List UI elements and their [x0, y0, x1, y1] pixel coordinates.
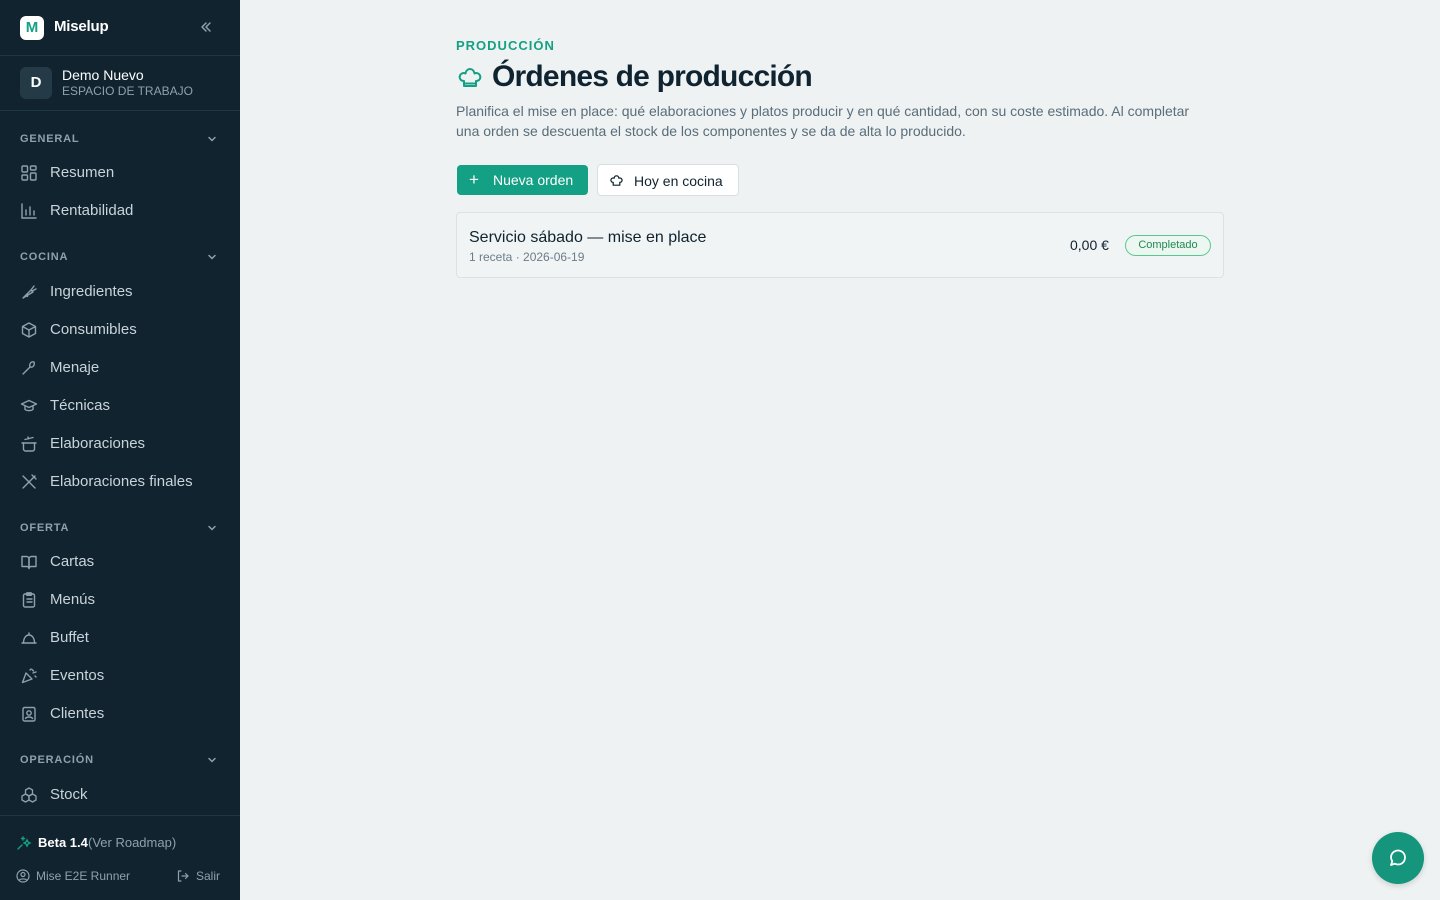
- collapse-sidebar-icon[interactable]: [198, 19, 214, 35]
- sidebar-item-tecnicas[interactable]: Técnicas: [0, 389, 240, 423]
- today-in-kitchen-label: Hoy en cocina: [634, 173, 723, 189]
- workspace-subtitle: ESPACIO DE TRABAJO: [62, 84, 193, 98]
- sidebar-item-eventos[interactable]: Eventos: [0, 659, 240, 693]
- section-operacion-label[interactable]: OPERACIÓN: [20, 754, 94, 766]
- sidebar-item-label: Cartas: [50, 553, 95, 570]
- order-title: Servicio sábado — mise en place: [469, 229, 707, 246]
- sparkles-icon: [17, 836, 32, 850]
- new-order-label: Nueva orden: [493, 172, 574, 188]
- chevron-down-icon[interactable]: [206, 754, 218, 766]
- section-cocina-label[interactable]: COCINA: [20, 251, 68, 263]
- app-name: Miselup: [54, 18, 109, 35]
- page-eyebrow: PRODUCCIÓN: [456, 38, 555, 53]
- sidebar: M Miselup D Demo Nuevo ESPACIO DE TRABAJ…: [0, 0, 240, 900]
- logout-button[interactable]: Salir: [176, 867, 226, 885]
- chef-hat-icon: [458, 68, 482, 87]
- chevron-down-icon[interactable]: [206, 522, 218, 534]
- page-description: Planifica el mise en place: qué elaborac…: [456, 103, 1190, 139]
- sidebar-item-consumibles[interactable]: Consumibles: [0, 313, 240, 347]
- workspace-switcher[interactable]: D Demo Nuevo ESPACIO DE TRABAJO: [0, 56, 240, 111]
- utensils-icon: [22, 361, 35, 375]
- sidebar-item-resumen[interactable]: Resumen: [0, 156, 240, 190]
- cooking-pot-icon: [21, 436, 37, 452]
- sidebar-item-stock[interactable]: Stock: [0, 778, 240, 812]
- chat-button[interactable]: [1372, 832, 1424, 884]
- sidebar-item-label: Técnicas: [50, 397, 111, 414]
- carrot-icon: [22, 285, 37, 299]
- fork-knife-icon: [22, 474, 37, 489]
- order-price: 0,00 €: [1070, 237, 1109, 253]
- sidebar-item-label: Rentabilidad: [50, 202, 134, 219]
- user-name: Mise E2E Runner: [36, 869, 131, 883]
- sidebar-item-label: Menús: [50, 591, 96, 608]
- party-popper-icon: [21, 668, 37, 684]
- sidebar-item-label: Ingredientes: [50, 283, 133, 300]
- brand-header: M Miselup: [0, 0, 240, 56]
- dashboard-icon: [21, 165, 37, 181]
- app-logo: M: [20, 16, 44, 40]
- sidebar-item-clientes[interactable]: Clientes: [0, 697, 240, 731]
- workspace-name: Demo Nuevo: [62, 67, 144, 83]
- sidebar-item-label: Resumen: [50, 164, 115, 181]
- status-badge: Completado: [1125, 235, 1211, 256]
- sidebar-item-label: Elaboraciones finales: [50, 473, 193, 490]
- page-title: Órdenes de producción: [492, 60, 813, 93]
- message-circle-icon: [1390, 849, 1406, 866]
- plus-icon: +: [469, 170, 479, 189]
- sidebar-item-label: Stock: [50, 786, 88, 803]
- contact-icon: [22, 706, 36, 722]
- user-circle-icon: [16, 869, 30, 883]
- log-out-icon: [177, 870, 189, 882]
- section-oferta-label[interactable]: OFERTA: [20, 522, 69, 534]
- sidebar-item-menus[interactable]: Menús: [0, 583, 240, 617]
- sidebar-item-label: Menaje: [50, 359, 100, 376]
- sidebar-item-label: Elaboraciones: [50, 435, 146, 452]
- book-open-icon: [21, 555, 37, 570]
- sidebar-item-elaboraciones-finales[interactable]: Elaboraciones finales: [0, 465, 240, 499]
- order-card[interactable]: Servicio sábado — mise en place 1 receta…: [456, 212, 1224, 278]
- sidebar-item-label: Eventos: [50, 667, 105, 684]
- logout-label: Salir: [196, 869, 221, 883]
- new-order-button[interactable]: + Nueva orden: [457, 165, 588, 195]
- section-general-label[interactable]: GENERAL: [20, 133, 79, 145]
- sidebar-item-label: Clientes: [50, 705, 105, 722]
- sidebar-item-elaboraciones[interactable]: Elaboraciones: [0, 427, 240, 461]
- sidebar-item-label: Consumibles: [50, 321, 137, 338]
- chef-hat-icon: [610, 175, 623, 186]
- sidebar-footer: Beta 1.4 (Ver Roadmap) Mise E2E Runner S…: [0, 815, 240, 900]
- bar-chart-icon: [21, 203, 37, 219]
- cloche-icon: [21, 632, 37, 644]
- sidebar-item-rentabilidad[interactable]: Rentabilidad: [0, 194, 240, 228]
- sidebar-item-ingredientes[interactable]: Ingredientes: [0, 275, 240, 309]
- boxes-icon: [21, 787, 37, 803]
- version-label: Beta 1.4: [38, 835, 88, 850]
- graduation-cap-icon: [20, 399, 38, 412]
- clipboard-list-icon: [22, 592, 36, 608]
- today-in-kitchen-button[interactable]: Hoy en cocina: [597, 164, 739, 196]
- order-meta: 1 receta · 2026-06-19: [469, 250, 585, 264]
- roadmap-link[interactable]: (Ver Roadmap): [88, 835, 176, 850]
- chevron-down-icon[interactable]: [206, 133, 218, 145]
- sidebar-item-cartas[interactable]: Cartas: [0, 545, 240, 579]
- sidebar-item-buffet[interactable]: Buffet: [0, 621, 240, 655]
- sidebar-item-label: Buffet: [50, 629, 89, 646]
- box-icon: [21, 322, 37, 338]
- sidebar-item-menaje[interactable]: Menaje: [0, 351, 240, 385]
- workspace-avatar: D: [20, 67, 52, 99]
- chevron-down-icon[interactable]: [206, 251, 218, 263]
